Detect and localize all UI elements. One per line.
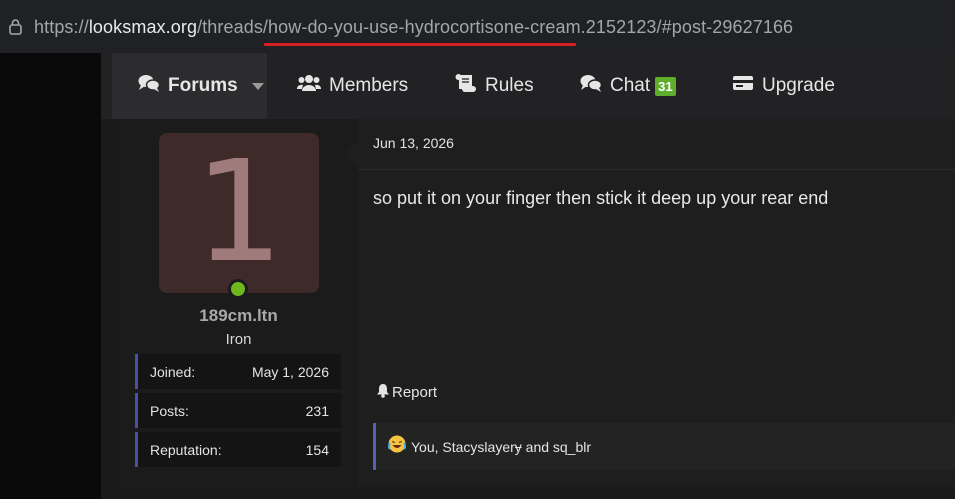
post-message: so put it on your finger then stick it d… xyxy=(373,188,829,208)
card-icon xyxy=(732,74,754,98)
stat-label: Reputation: xyxy=(150,441,222,458)
url-highlight-underline xyxy=(264,43,576,46)
tab-members-label: Members xyxy=(329,75,409,96)
avatar[interactable]: 1 xyxy=(159,133,319,293)
user-title: Iron xyxy=(225,331,252,348)
stat-value: May 1, 2026 xyxy=(251,363,329,380)
url-slug: how-do-you-use-hydrocortisone-cream xyxy=(268,17,581,37)
tab-forums-label: Forums xyxy=(168,75,238,96)
report-link[interactable]: Report xyxy=(376,383,437,402)
stat-label: Posts: xyxy=(150,402,189,419)
address-bar[interactable]: https://looksmax.org/threads/how-do-you-… xyxy=(0,0,955,53)
tab-chat[interactable]: Chat 31 xyxy=(580,53,676,119)
bell-icon xyxy=(376,383,390,402)
chevron-down-icon[interactable] xyxy=(251,82,264,90)
stat-value: 231 xyxy=(305,402,329,419)
tab-forums[interactable]: Forums xyxy=(112,53,267,119)
report-label: Report xyxy=(392,384,438,401)
chat-count-badge: 31 xyxy=(655,76,676,96)
scroll-icon xyxy=(455,73,477,99)
users-icon xyxy=(296,74,322,98)
avatar-letter: 1 xyxy=(194,133,284,293)
tab-upgrade[interactable]: Upgrade xyxy=(732,53,835,119)
reactions-text: You, Stacyslayerɏ and sq_blr xyxy=(411,438,592,455)
laughing-crying-emoji-icon xyxy=(388,435,406,458)
reactions-bar[interactable]: You, Stacyslayerɏ and sq_blr xyxy=(373,423,955,470)
tab-upgrade-label: Upgrade xyxy=(762,75,835,96)
comments-icon xyxy=(138,74,161,98)
chat-icon xyxy=(580,74,603,98)
tab-rules[interactable]: Rules xyxy=(455,53,534,119)
online-status-indicator xyxy=(228,279,248,299)
username-link[interactable]: 189cm.ltn xyxy=(119,306,358,326)
stat-joined: Joined: May 1, 2026 xyxy=(135,354,341,389)
tab-rules-label: Rules xyxy=(485,75,534,96)
url-host: looksmax.org xyxy=(88,17,198,37)
stat-posts: Posts: 231 xyxy=(135,393,341,428)
divider xyxy=(358,169,955,170)
stat-value: 154 xyxy=(305,441,329,458)
stat-label: Joined: xyxy=(150,363,196,380)
stat-reputation: Reputation: 154 xyxy=(135,432,341,467)
tab-chat-label: Chat xyxy=(610,75,651,96)
lock-icon xyxy=(9,19,22,35)
url-text[interactable]: https://looksmax.org/threads/how-do-you-… xyxy=(34,17,793,38)
post-arrow xyxy=(344,140,359,170)
post-date[interactable]: Jun 13, 2026 xyxy=(373,135,454,151)
left-gutter xyxy=(0,53,101,499)
tab-members[interactable]: Members xyxy=(296,53,409,119)
main-nav: Forums Members Rules Chat 31 Upgrade xyxy=(101,53,955,119)
